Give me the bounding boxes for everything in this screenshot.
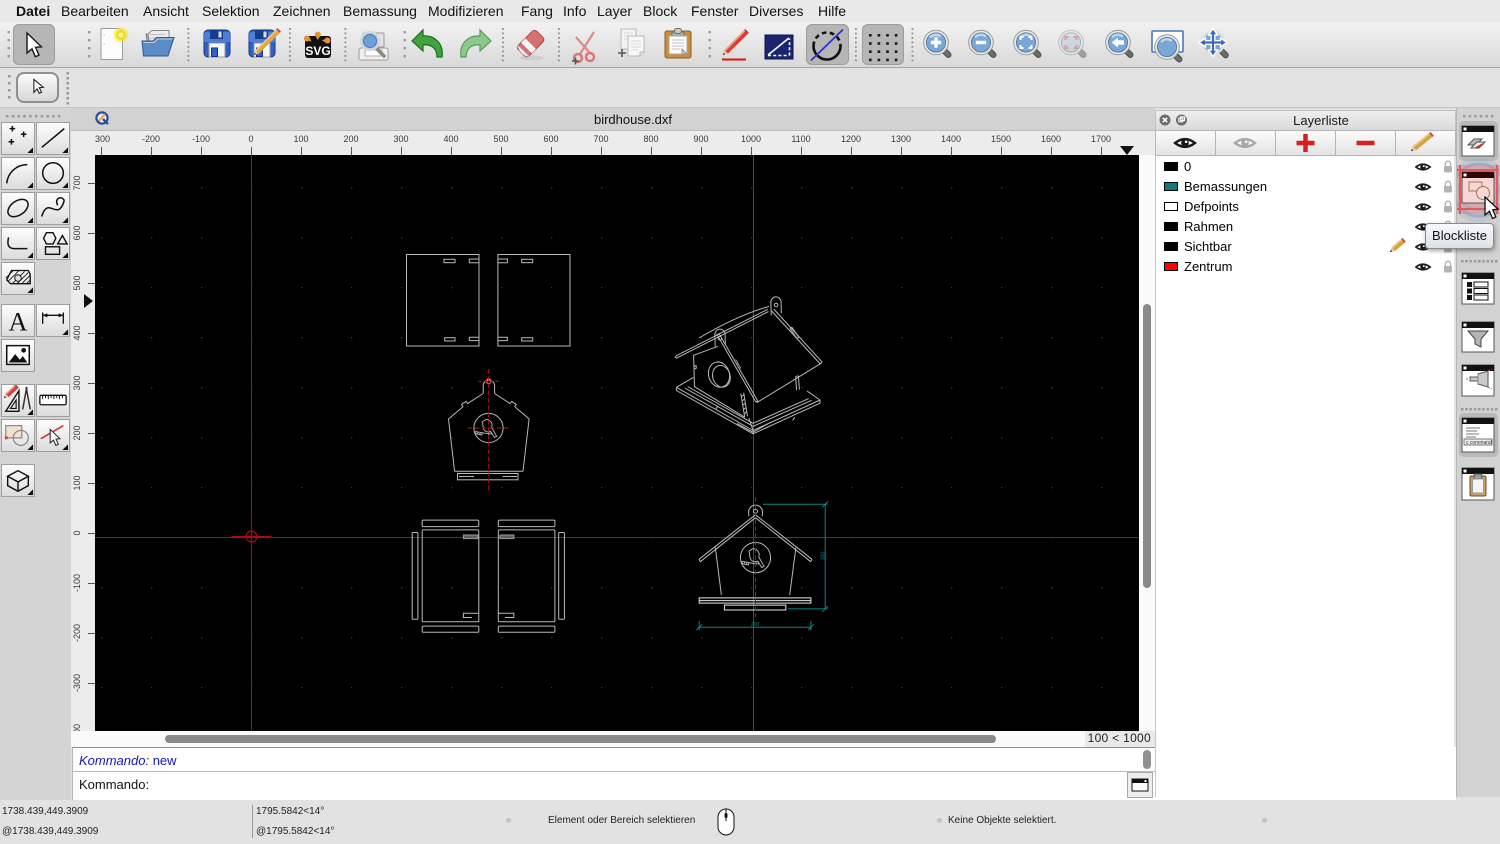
svg-text:200: 200 [751, 622, 760, 628]
svg-text:SVG: SVG [305, 44, 330, 58]
svg-text:A: A [9, 307, 28, 336]
svg-text:c command: c command [1466, 440, 1492, 446]
svg-text:300: 300 [821, 552, 827, 561]
